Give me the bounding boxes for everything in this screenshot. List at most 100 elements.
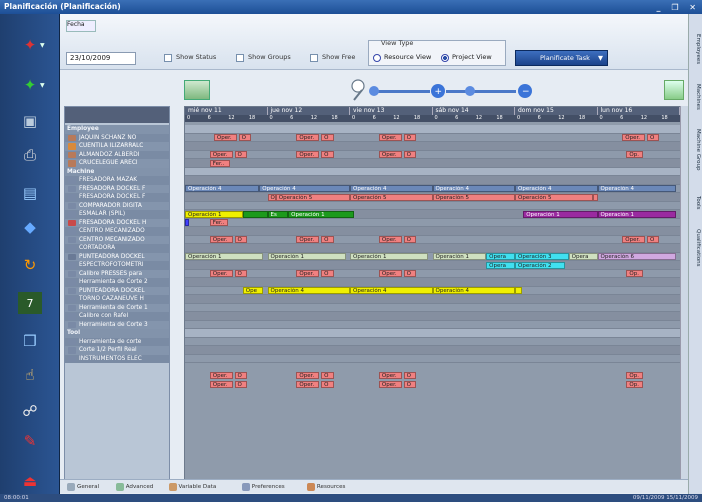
task-bar[interactable]: O xyxy=(647,236,660,243)
task-bar[interactable]: Oper. xyxy=(296,134,320,141)
resource-row[interactable]: CUENTILA ILIZARRALC xyxy=(65,142,169,151)
forward-icon[interactable] xyxy=(664,80,684,100)
task-bar[interactable]: Operación 1 xyxy=(288,210,355,218)
task-bar[interactable]: Oper. xyxy=(296,151,320,158)
task-bar[interactable] xyxy=(515,287,522,294)
task-bar[interactable]: O xyxy=(647,134,660,141)
resource-group-header[interactable]: Machine xyxy=(65,167,169,176)
right-tab-machine-group[interactable]: Machine Group xyxy=(691,129,701,171)
tab-preferences[interactable]: Preferences xyxy=(241,482,285,492)
task-bar[interactable]: Operación 3 xyxy=(515,253,569,260)
resource-row[interactable]: INSTRUMENTOS ELEC xyxy=(65,354,169,363)
gantt-grid[interactable]: mié nov 11 0 6 12 18 jue nov 12 0 6 12 18 vie nov … xyxy=(184,106,684,484)
task-bar[interactable]: O xyxy=(321,236,334,243)
task-bar[interactable]: O xyxy=(234,270,247,277)
task-bar[interactable]: Oper. xyxy=(296,236,320,243)
pointer-icon[interactable]: ☝ xyxy=(18,364,42,386)
tab-variable-data[interactable]: Variable Data xyxy=(168,482,216,492)
task-bar[interactable]: O xyxy=(321,134,334,141)
task-bar[interactable]: Operación 6 xyxy=(597,253,676,260)
show-status-checkbox[interactable] xyxy=(164,54,172,62)
task-bar[interactable]: Operación 4 xyxy=(350,185,433,192)
task-bar[interactable]: O xyxy=(403,151,416,158)
resource-row[interactable]: Herramienta de Corte 3 xyxy=(65,320,169,329)
task-bar[interactable]: Oper. xyxy=(378,372,402,379)
task-bar[interactable]: Operación 1 xyxy=(597,210,676,218)
zoom-slider[interactable]: + − xyxy=(350,78,540,102)
task-bar[interactable]: O xyxy=(234,372,247,379)
resource-row[interactable]: Corte 1/2 Perfil Real xyxy=(65,346,169,355)
task-bar[interactable]: O xyxy=(321,380,334,388)
task-bar[interactable]: Operación 1 xyxy=(267,253,346,260)
task-bar[interactable]: Opera xyxy=(486,261,515,269)
task-bar[interactable]: O xyxy=(267,193,276,201)
task-bar[interactable] xyxy=(593,193,598,201)
task-bar[interactable]: Op. xyxy=(626,151,643,158)
resource-group-header[interactable]: Employee xyxy=(65,125,169,134)
task-bar[interactable] xyxy=(185,219,190,226)
resource-row[interactable]: FRESADORA MAZAK xyxy=(65,176,169,185)
task-bar[interactable]: Operación 4 xyxy=(185,185,260,192)
task-bar[interactable]: Oper. xyxy=(209,270,233,277)
resource-row[interactable]: TORNO CAZANEUVE H xyxy=(65,295,169,304)
resource-row[interactable]: Herramienta de Corte 2 xyxy=(65,278,169,287)
task-bar[interactable]: Oper. xyxy=(296,380,320,388)
task-bar[interactable]: Opera xyxy=(486,253,515,260)
right-tab-qualifications[interactable]: Qualifications xyxy=(691,229,701,267)
task-bar[interactable]: Oper. xyxy=(378,380,402,388)
task-bar[interactable]: Ope xyxy=(242,287,264,294)
bird-green-icon[interactable]: ✦ xyxy=(18,74,42,96)
task-bar[interactable]: O xyxy=(321,151,334,158)
print-icon[interactable]: ⎙ xyxy=(18,144,42,166)
task-bar[interactable]: Operación 4 xyxy=(597,185,676,192)
task-bar[interactable]: Op. xyxy=(626,270,643,277)
task-bar[interactable]: Operación 4 xyxy=(267,287,350,294)
resource-row[interactable]: JAQUIN SCHANZ NO xyxy=(65,133,169,142)
task-bar[interactable]: Fer.. xyxy=(209,219,228,226)
task-bar[interactable]: O xyxy=(321,270,334,277)
task-bar[interactable]: Oper. xyxy=(378,134,402,141)
task-bar[interactable]: Operación 1 xyxy=(350,253,429,260)
resource-row[interactable]: Herramienta de Corte 1 xyxy=(65,303,169,312)
task-bar[interactable]: O xyxy=(234,151,247,158)
task-bar[interactable]: O xyxy=(403,270,416,277)
task-bar[interactable] xyxy=(242,210,268,218)
right-tab-machines[interactable]: Machines xyxy=(691,84,701,110)
tab-general[interactable]: General xyxy=(66,482,99,492)
resource-row[interactable]: FRESADORA DOCKEL F xyxy=(65,193,169,202)
task-bar[interactable]: Oper. xyxy=(622,236,646,243)
resource-row[interactable]: ESMALAR (SPIL) xyxy=(65,210,169,219)
right-tab-employees[interactable]: Employees xyxy=(691,34,701,64)
task-bar[interactable]: Oper. xyxy=(296,372,320,379)
chevron-down-icon[interactable]: ▼ xyxy=(40,82,45,89)
project-view-radio[interactable] xyxy=(441,54,449,62)
resource-row[interactable]: COMPARADOR DIGITA xyxy=(65,201,169,210)
task-bar[interactable]: O xyxy=(403,236,416,243)
task-bar[interactable]: Operación 4 xyxy=(432,185,515,192)
task-bar[interactable]: Oper. xyxy=(378,151,402,158)
right-tab-tools[interactable]: Tools xyxy=(691,196,701,210)
tab-resources[interactable]: Resources xyxy=(306,482,345,492)
resource-row[interactable]: PUNTEADORA DOCKEL xyxy=(65,286,169,295)
resource-row[interactable]: ALMANDOZ ALBERDI xyxy=(65,150,169,159)
window-controls[interactable]: _ ❐ ✕ xyxy=(657,1,700,15)
resource-row[interactable]: FRESADORA DOCKEL H xyxy=(65,218,169,227)
calendar-icon[interactable]: 7 xyxy=(18,292,42,314)
task-bar[interactable]: Operación 4 xyxy=(432,287,515,294)
resource-row[interactable]: PUNTEADORA DOCKEL xyxy=(65,252,169,261)
window-icon[interactable]: ❒ xyxy=(18,330,42,352)
task-bar[interactable]: Oper. xyxy=(622,134,646,141)
task-bar[interactable]: Oper. xyxy=(213,134,237,141)
task-bar[interactable]: Operación 5 xyxy=(275,193,350,201)
resource-row[interactable]: CRUCELEGUE ARECI xyxy=(65,159,169,168)
task-bar[interactable]: Oper. xyxy=(296,270,320,277)
resource-row[interactable]: FRESADORA DOCKEL F xyxy=(65,184,169,193)
fecha-button[interactable]: Fecha xyxy=(66,20,96,32)
task-bar[interactable]: Oper. xyxy=(378,270,402,277)
show-free-checkbox[interactable] xyxy=(310,54,318,62)
task-bar[interactable]: O xyxy=(321,372,334,379)
resource-row[interactable]: Calibre con Rafel xyxy=(65,312,169,321)
task-bar[interactable]: O xyxy=(403,372,416,379)
task-bar[interactable]: Op. xyxy=(626,372,643,379)
resource-row[interactable]: CENTRO MECANIZADO xyxy=(65,235,169,244)
